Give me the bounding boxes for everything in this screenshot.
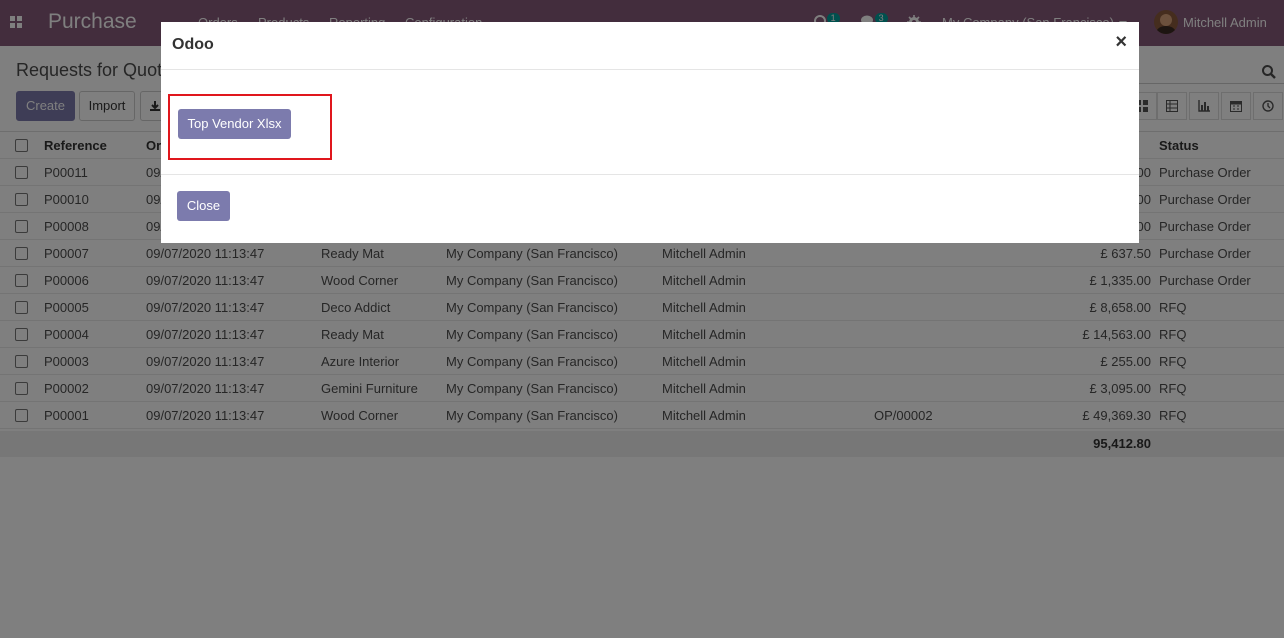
report-dialog: Odoo × Top Vendor Xlsx Close	[161, 22, 1139, 243]
modal-header: Odoo ×	[161, 22, 1139, 70]
close-icon[interactable]: ×	[1115, 32, 1127, 52]
top-vendor-xlsx-button[interactable]: Top Vendor Xlsx	[178, 109, 291, 139]
close-button[interactable]: Close	[177, 191, 230, 221]
modal-body: Top Vendor Xlsx	[161, 70, 1139, 175]
modal-title: Odoo	[172, 36, 214, 53]
